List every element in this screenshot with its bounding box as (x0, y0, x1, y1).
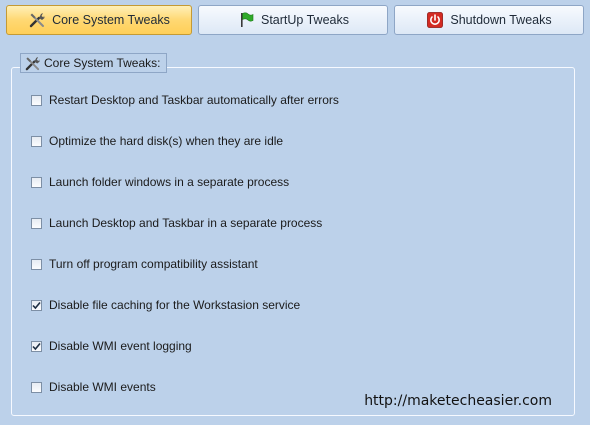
power-icon (426, 11, 444, 29)
option-disable-wmi-events[interactable]: Disable WMI events (31, 379, 156, 395)
checkbox[interactable] (31, 258, 42, 270)
checkbox[interactable] (31, 381, 42, 393)
option-label: Turn off program compatibility assistant (49, 257, 258, 271)
option-launch-folder-windows[interactable]: Launch folder windows in a separate proc… (31, 174, 289, 190)
green-flag-icon (237, 11, 255, 29)
option-label: Optimize the hard disk(s) when they are … (49, 134, 284, 148)
checkbox[interactable] (31, 135, 42, 147)
option-label: Launch Desktop and Taskbar in a separate… (49, 216, 323, 230)
option-label: Disable WMI event logging (49, 339, 192, 353)
checkbox[interactable] (31, 176, 42, 188)
option-restart-desktop-taskbar[interactable]: Restart Desktop and Taskbar automaticall… (31, 92, 339, 108)
checkmark-icon (32, 301, 41, 309)
option-launch-desktop-taskbar[interactable]: Launch Desktop and Taskbar in a separate… (31, 215, 322, 231)
group-title: Core System Tweaks: (20, 53, 168, 73)
watermark-url: http://maketecheasier.com (364, 393, 552, 409)
tab-core-system-tweaks[interactable]: Core System Tweaks (6, 5, 192, 35)
option-label: Launch folder windows in a separate proc… (49, 175, 290, 189)
option-label: Restart Desktop and Taskbar automaticall… (49, 93, 339, 107)
tab-shutdown-tweaks[interactable]: Shutdown Tweaks (394, 5, 584, 35)
checkbox[interactable] (31, 217, 42, 229)
option-label: Disable file caching for the Workstasion… (49, 298, 301, 312)
checkmark-icon (32, 342, 41, 350)
checkbox[interactable] (31, 340, 42, 352)
checkbox[interactable] (31, 299, 42, 311)
group-title-label: Core System Tweaks: (44, 56, 161, 70)
tools-icon (28, 11, 46, 29)
tab-startup-tweaks[interactable]: StartUp Tweaks (198, 5, 388, 35)
tab-label: Shutdown Tweaks (450, 13, 552, 27)
tab-label: Core System Tweaks (52, 13, 170, 27)
checkbox[interactable] (31, 94, 42, 106)
tools-icon (24, 55, 41, 72)
option-disable-wmi-event-logging[interactable]: Disable WMI event logging (31, 338, 192, 354)
option-optimize-hard-disk[interactable]: Optimize the hard disk(s) when they are … (31, 133, 283, 149)
option-label: Disable WMI events (49, 380, 156, 394)
option-turn-off-compatibility-assistant[interactable]: Turn off program compatibility assistant (31, 256, 258, 272)
tab-label: StartUp Tweaks (260, 13, 349, 27)
option-disable-file-caching[interactable]: Disable file caching for the Workstasion… (31, 297, 300, 313)
core-system-tweaks-group (11, 67, 575, 416)
